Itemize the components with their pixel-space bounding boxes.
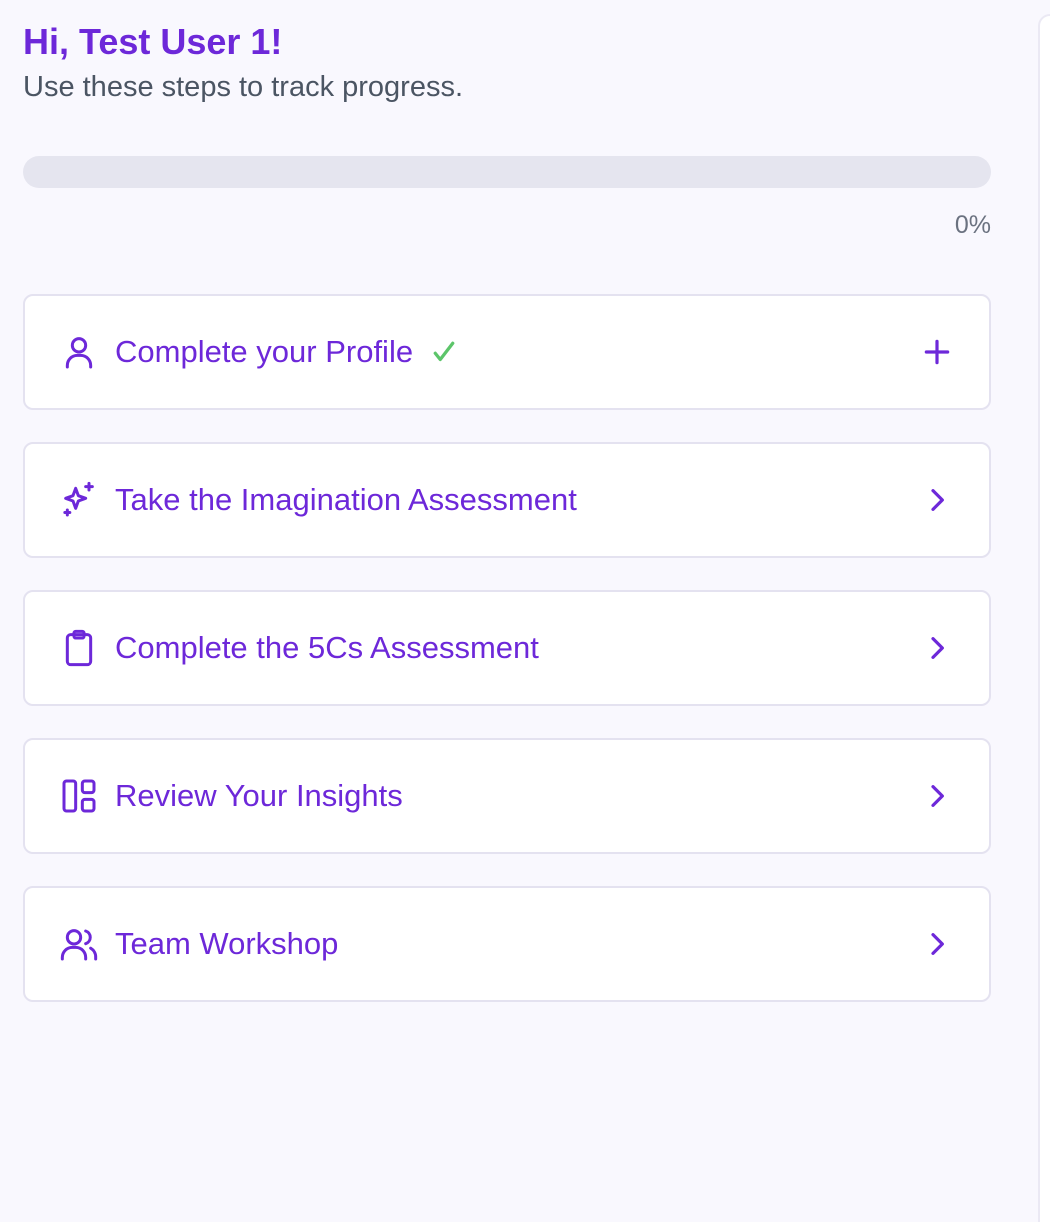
chevron-right-icon[interactable]	[921, 780, 953, 812]
progress-percent: 0%	[954, 211, 991, 239]
step-label: Team Workshop	[115, 926, 339, 961]
steps-list: Complete your Profile Take the Imaginati…	[23, 294, 991, 1002]
chevron-right-icon[interactable]	[921, 928, 953, 960]
main-content: Hi, Test User 1! Use these steps to trac…	[23, 0, 991, 1034]
step-label: Review Your Insights	[115, 778, 403, 813]
step-complete-profile[interactable]: Complete your Profile	[23, 294, 991, 410]
step-label: Take the Imagination Assessment	[115, 482, 577, 517]
step-label: Complete your Profile	[115, 334, 414, 369]
plus-icon[interactable]	[921, 336, 953, 368]
page: Hi, Test User 1! Use these steps to trac…	[0, 0, 1050, 1222]
layout-dashboard-icon	[59, 776, 99, 816]
user-icon	[59, 332, 99, 372]
check-icon	[429, 337, 459, 367]
progress-bar	[23, 156, 991, 188]
step-5cs-assessment[interactable]: Complete the 5Cs Assessment	[23, 590, 991, 706]
right-side-panel	[1038, 14, 1050, 1222]
step-review-insights[interactable]: Review Your Insights	[23, 738, 991, 854]
step-team-workshop[interactable]: Team Workshop	[23, 886, 991, 1002]
step-label: Complete the 5Cs Assessment	[115, 630, 539, 665]
step-imagination-assessment[interactable]: Take the Imagination Assessment	[23, 442, 991, 558]
greeting-title: Hi, Test User 1!	[23, 21, 283, 62]
chevron-right-icon[interactable]	[921, 632, 953, 664]
sparkles-icon	[59, 480, 99, 520]
clipboard-icon	[59, 628, 99, 668]
chevron-right-icon[interactable]	[921, 484, 953, 516]
users-icon	[59, 924, 99, 964]
greeting-subtitle: Use these steps to track progress.	[23, 71, 464, 103]
